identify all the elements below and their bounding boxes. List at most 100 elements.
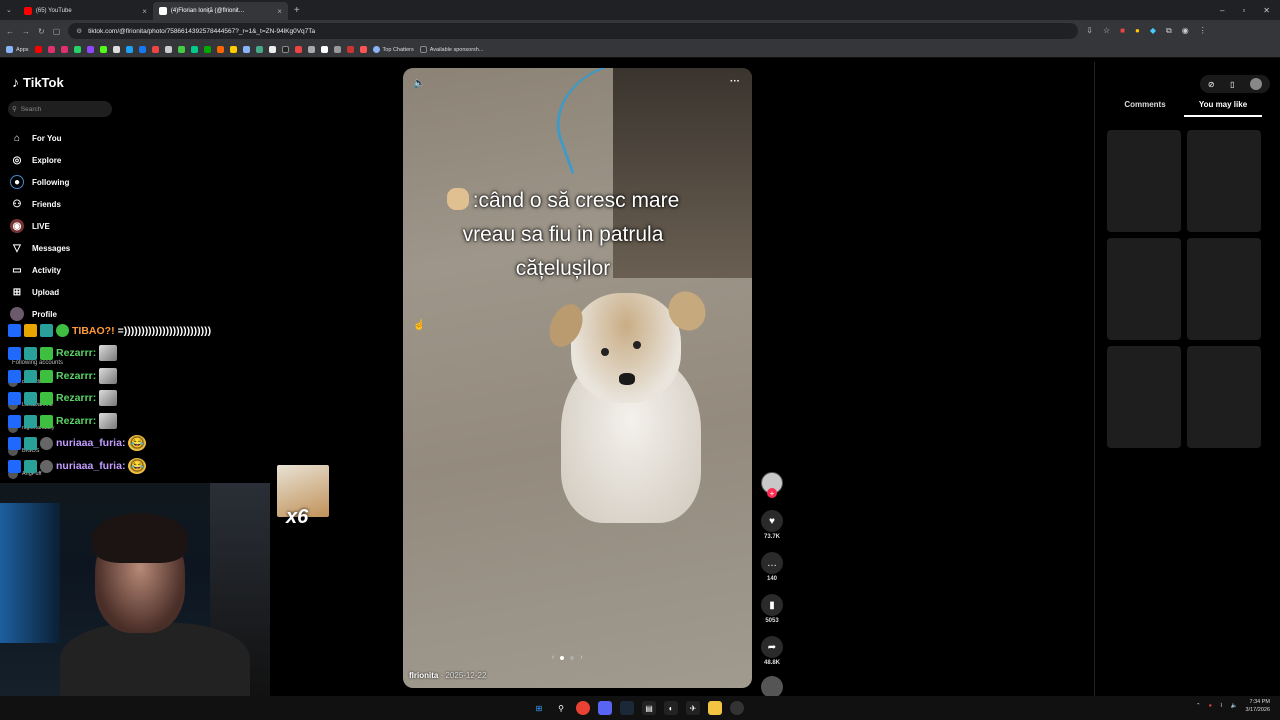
music-disc-icon[interactable] — [761, 676, 783, 698]
tab-you-may-like[interactable]: You may like — [1184, 100, 1262, 117]
nav-item-messages[interactable]: ▽ Messages — [10, 237, 210, 259]
user-avatar[interactable] — [1250, 78, 1263, 90]
new-tab-button[interactable]: + — [288, 5, 306, 16]
bookmark-icon[interactable] — [346, 46, 354, 53]
bookmark-icon[interactable] — [99, 46, 107, 53]
extension-icon[interactable]: ◆ — [1150, 26, 1156, 36]
nav-item-upload[interactable]: ⊞ Upload — [10, 281, 210, 303]
bookmark-icon[interactable] — [138, 46, 146, 53]
bookmark-icon[interactable] — [320, 46, 328, 53]
close-tab-icon[interactable]: × — [142, 7, 147, 16]
bookmark-icon[interactable] — [125, 46, 133, 53]
bookmark-icon[interactable] — [112, 46, 120, 53]
follow-plus-icon[interactable]: + — [767, 488, 777, 498]
post-author[interactable]: flrionita · 2025-12-22 — [409, 671, 486, 680]
extensions-puzzle-icon[interactable]: ⧉ — [1166, 26, 1172, 36]
tiktok-logo[interactable]: ♪ TikTok — [12, 74, 64, 90]
recommendation-placeholder[interactable] — [1107, 130, 1181, 232]
search-input[interactable]: ⚲ Search — [8, 101, 112, 117]
bookmark-icon[interactable] — [203, 46, 211, 53]
bookmark-star-icon[interactable]: ☆ — [1103, 26, 1110, 36]
bookmark-icon[interactable] — [281, 46, 289, 53]
app-icon[interactable]: ▤ — [642, 701, 656, 715]
like-heart-icon[interactable]: ♥ — [761, 510, 783, 532]
bookmark-icon[interactable] — [359, 46, 367, 53]
bookmark-icon[interactable]: ▮ — [761, 594, 783, 616]
chrome-icon[interactable] — [576, 701, 590, 715]
speaker-icon[interactable]: 🔈 — [1231, 703, 1238, 709]
forward-icon[interactable]: → — [22, 27, 30, 36]
recommendation-placeholder[interactable] — [1187, 130, 1261, 232]
bookmark-icon[interactable] — [268, 46, 276, 53]
volume-icon[interactable]: 🔈 — [413, 78, 425, 89]
nav-item-following[interactable]: ● Following — [10, 171, 210, 193]
start-windows-icon[interactable]: ⊞ — [532, 701, 546, 715]
bookmark-icon[interactable] — [333, 46, 341, 53]
search-icon[interactable]: ⚲ — [554, 701, 568, 715]
carousel-dot[interactable] — [570, 655, 575, 660]
steam-icon[interactable] — [620, 701, 634, 715]
more-options-icon[interactable]: ··· — [730, 76, 740, 87]
comment-icon[interactable]: … — [761, 552, 783, 574]
close-window-icon[interactable]: ✕ — [1263, 6, 1270, 15]
bookmark-icon[interactable] — [255, 46, 263, 53]
recommendation-placeholder[interactable] — [1187, 238, 1261, 340]
tab-youtube[interactable]: (65) YouTube × — [18, 2, 153, 20]
app-icon[interactable] — [730, 701, 744, 715]
carousel-dot[interactable] — [560, 655, 565, 660]
bookmark-icon[interactable] — [177, 46, 185, 53]
url-field[interactable]: ⚙ tiktok.com/@flrionita/photo/7586614392… — [68, 23, 1079, 39]
bookmark-icon[interactable] — [73, 46, 81, 53]
bookmark-icon[interactable] — [86, 46, 94, 53]
extension-icon[interactable]: ■ — [1120, 26, 1125, 36]
bookmark-icon[interactable] — [190, 46, 198, 53]
sponsorship-bookmark[interactable]: Available sponsorsh... — [419, 46, 483, 53]
bookmark-icon[interactable] — [34, 46, 42, 53]
bookmark-icon[interactable] — [307, 46, 315, 53]
share-arrow-icon[interactable]: ➦ — [761, 636, 783, 658]
nav-item-explore[interactable]: ◎ Explore — [10, 149, 210, 171]
next-photo-icon[interactable]: › — [580, 654, 582, 661]
nav-item-activity[interactable]: ▭ Activity — [10, 259, 210, 281]
apps-bookmark[interactable]: Apps — [6, 46, 29, 53]
prev-photo-icon[interactable]: ‹ — [552, 654, 554, 661]
bookmark-icon[interactable] — [229, 46, 237, 53]
install-icon[interactable]: ⇩ — [1086, 26, 1093, 36]
bookmark-icon[interactable] — [60, 46, 68, 53]
nav-item-live[interactable]: ◉ LIVE — [10, 215, 210, 237]
device-icon[interactable]: ▯ — [1230, 80, 1234, 89]
site-info-icon[interactable]: ⚙ — [76, 27, 82, 35]
maximize-icon[interactable]: ▫ — [1242, 6, 1245, 15]
app-icon[interactable]: ✈ — [686, 701, 700, 715]
coin-icon[interactable]: ⊘ — [1208, 80, 1215, 89]
post-photo[interactable] — [403, 68, 752, 688]
close-tab-icon[interactable]: × — [277, 7, 282, 16]
back-icon[interactable]: ← — [6, 27, 14, 36]
nav-item-for-you[interactable]: ⌂ For You — [10, 127, 210, 149]
bookmark-icon[interactable] — [164, 46, 172, 53]
top-chatters-bookmark[interactable]: Top Chatters — [372, 46, 414, 53]
recommendation-placeholder[interactable] — [1107, 346, 1181, 448]
tab-comments[interactable]: Comments — [1106, 100, 1184, 117]
recommendation-placeholder[interactable] — [1107, 238, 1181, 340]
bookmark-icon[interactable] — [47, 46, 55, 53]
microphone-icon[interactable]: ● — [1209, 703, 1212, 709]
app-icon[interactable]: ◐ — [664, 701, 678, 715]
recommendation-placeholder[interactable] — [1187, 346, 1261, 448]
nav-item-friends[interactable]: ⚇ Friends — [10, 193, 210, 215]
clock[interactable]: 7:34 PM 3/17/2026 — [1246, 698, 1270, 714]
nav-item-profile[interactable]: Profile — [10, 303, 210, 325]
tab-tiktok[interactable]: (4)Florian Ioniţă (@flrionit… × — [152, 2, 288, 20]
bookmark-icon[interactable] — [242, 46, 250, 53]
tab-search-icon[interactable]: ⌄ — [0, 6, 18, 14]
profile-icon[interactable]: ◉ — [1182, 26, 1189, 36]
minimize-icon[interactable]: – — [1220, 6, 1224, 15]
bookmark-icon[interactable] — [294, 46, 302, 53]
reload-icon[interactable]: ↻ — [38, 27, 45, 36]
side-panel-icon[interactable]: ▢ — [53, 27, 61, 36]
file-explorer-icon[interactable] — [708, 701, 722, 715]
network-icon[interactable]: ⌇ — [1220, 703, 1223, 709]
menu-kebab-icon[interactable]: ⋮ — [1199, 26, 1207, 36]
discord-icon[interactable] — [598, 701, 612, 715]
bookmark-icon[interactable] — [151, 46, 159, 53]
